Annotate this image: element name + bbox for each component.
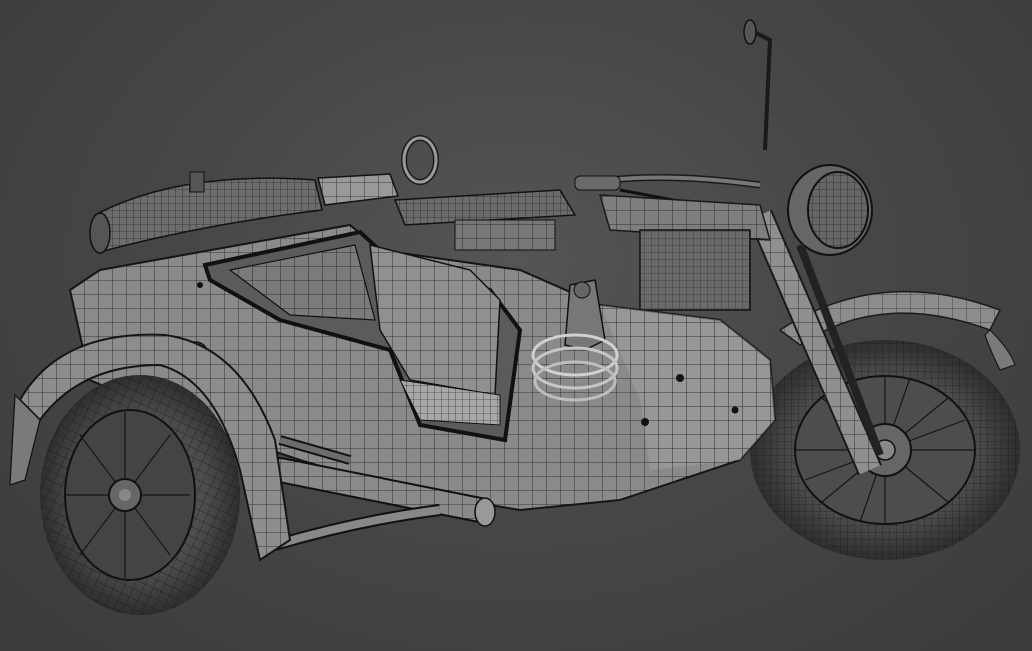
3d-viewport[interactable]	[0, 0, 1032, 651]
motorcycle-rear-wheel	[750, 340, 1020, 560]
sidecar-wheel	[40, 375, 240, 615]
motorcycle-sidecar-wireframe	[9, 19, 1020, 615]
